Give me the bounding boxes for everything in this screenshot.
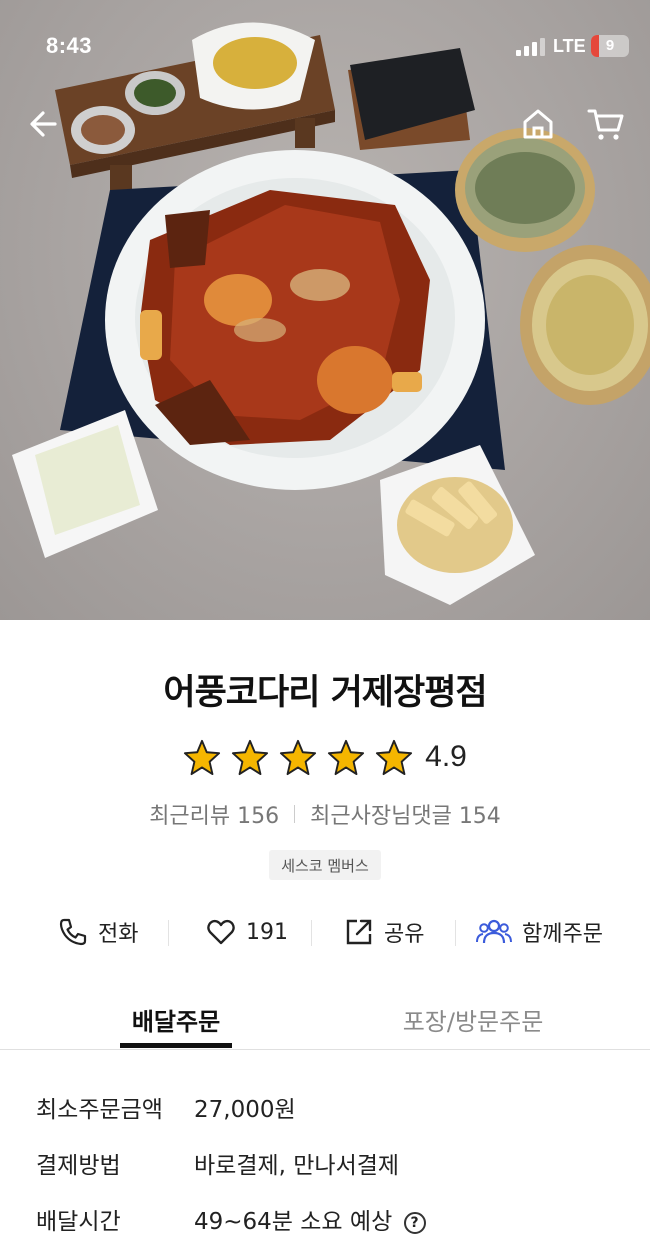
group-order-label: 함께주문 <box>522 922 603 947</box>
food-photo <box>12 22 650 605</box>
heart-icon <box>207 919 235 945</box>
group-order-button[interactable]: 함께주문 <box>476 908 603 956</box>
like-button[interactable]: 191 <box>206 908 288 956</box>
like-count: 191 <box>246 919 288 945</box>
home-icon <box>523 109 553 139</box>
info-label: 결제방법 <box>36 1153 121 1179</box>
store-rating: 4.9 <box>0 735 650 779</box>
order-type-tabs: 배달주문 포장/방문주문 <box>0 990 650 1050</box>
info-label: 배달시간 <box>36 1209 121 1235</box>
battery-icon: 9 <box>591 35 629 57</box>
store-hero-image: 8:43 LTE 9 <box>0 0 650 620</box>
divider <box>168 920 169 946</box>
help-icon[interactable]: ? <box>403 1212 426 1234</box>
status-bar: 8:43 LTE 9 <box>0 0 650 92</box>
cart-button[interactable] <box>586 104 626 144</box>
network-type: LTE <box>553 36 586 56</box>
divider <box>311 920 312 946</box>
share-icon <box>346 919 372 945</box>
review-counts: 최근리뷰 156 최근사장님댓글 154 <box>0 798 650 830</box>
tab-delivery[interactable]: 배달주문 <box>120 990 232 1048</box>
cesco-badge: 세스코 멤버스 <box>269 850 381 880</box>
star-icon <box>376 739 413 776</box>
divider <box>294 805 296 823</box>
divider <box>455 920 456 946</box>
phone-button[interactable]: 전화 <box>58 908 138 956</box>
info-value: 바로결제, 만나서결제 <box>194 1153 400 1179</box>
back-button[interactable] <box>24 104 64 144</box>
star-icon <box>232 739 269 776</box>
share-label: 공유 <box>384 922 425 947</box>
phone-icon <box>59 918 87 946</box>
info-value-wrap: 49~64분 소요 예상 ? <box>194 1202 426 1236</box>
status-time: 8:43 <box>46 33 93 58</box>
recent-reviews-link[interactable]: 최근리뷰 156 <box>149 798 279 830</box>
cart-icon <box>587 109 624 140</box>
info-value: 49~64분 소요 예상 <box>194 1209 393 1235</box>
back-arrow-icon <box>30 111 57 137</box>
rating-stars <box>183 738 413 776</box>
signal-icon <box>516 38 545 56</box>
rating-score: 4.9 <box>425 740 467 773</box>
star-icon <box>280 739 317 776</box>
battery-level: 9 <box>605 37 615 54</box>
action-bar: 전화 191 공유 함께주문 <box>0 908 650 956</box>
phone-label: 전화 <box>98 922 139 947</box>
store-name: 어풍코다리 거제장평점 <box>163 673 487 713</box>
info-value: 27,000원 <box>194 1097 296 1123</box>
owner-comments-link[interactable]: 최근사장님댓글 154 <box>310 798 501 830</box>
share-button[interactable]: 공유 <box>344 908 424 956</box>
home-button[interactable] <box>518 104 558 144</box>
group-icon <box>476 919 512 944</box>
info-label: 최소주문금액 <box>36 1097 163 1123</box>
star-icon <box>328 739 365 776</box>
star-icon <box>184 739 221 776</box>
tab-pickup[interactable]: 포장/방문주문 <box>388 990 558 1048</box>
active-tab-indicator <box>120 1043 232 1048</box>
